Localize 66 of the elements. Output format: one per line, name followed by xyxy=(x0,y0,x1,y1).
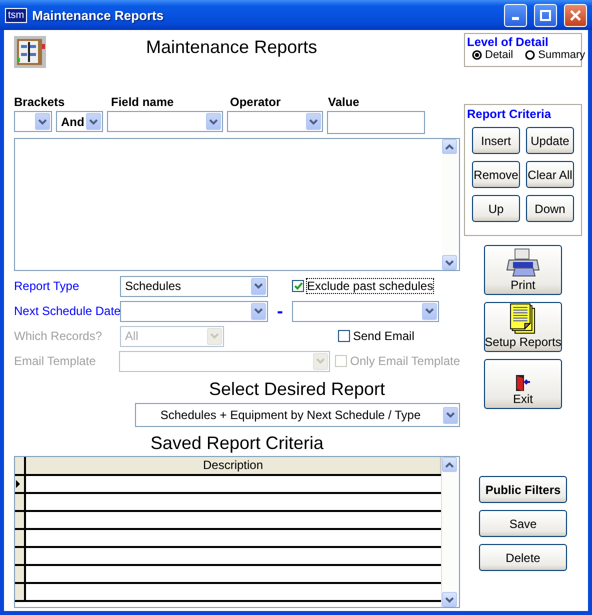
binder-icon xyxy=(14,36,46,68)
row-selector[interactable] xyxy=(15,476,26,492)
field-label: Next Schedule Date xyxy=(14,304,120,318)
field-label: Email Template xyxy=(14,354,97,368)
criteria-button[interactable]: Insert xyxy=(472,127,520,154)
checkbox-label: Exclude past schedules xyxy=(307,279,434,293)
column-label: Operator xyxy=(230,95,282,109)
filter-button[interactable]: Delete xyxy=(479,544,567,571)
app-badge: tsm xyxy=(5,8,28,22)
bracket-dropdown[interactable] xyxy=(14,111,52,132)
field-dropdown[interactable] xyxy=(119,350,330,372)
field-label: Which Records? xyxy=(14,329,104,343)
print-button[interactable]: Print xyxy=(484,245,562,295)
checkbox[interactable] xyxy=(292,280,304,292)
section-title: Saved Report Criteria xyxy=(149,433,325,454)
criteria-button[interactable]: Up xyxy=(472,195,520,222)
column-label: Brackets xyxy=(14,95,66,109)
report-dropdown[interactable]: Schedules + Equipment by Next Schedule / Type xyxy=(135,403,460,427)
conjunction-dropdown[interactable]: And xyxy=(56,111,103,132)
scroll-up-icon[interactable] xyxy=(442,139,457,154)
range-dash: - xyxy=(276,300,284,322)
date-from-dropdown[interactable] xyxy=(120,300,268,322)
row-selector[interactable] xyxy=(15,548,26,564)
filter-button[interactable]: Public Filters xyxy=(479,476,567,503)
radio-label: Summary xyxy=(538,49,586,61)
form-heading: Maintenance Reports xyxy=(146,37,318,58)
row-selector[interactable] xyxy=(15,494,26,510)
row-selector[interactable] xyxy=(15,566,26,582)
document-stack-icon xyxy=(508,303,538,335)
window-title: Maintenance Reports xyxy=(32,8,165,22)
door-exit-icon xyxy=(514,374,532,392)
checkbox-label: Send Email xyxy=(353,329,414,343)
criteria-button[interactable]: Down xyxy=(526,195,574,222)
panel-title: Level of Detail xyxy=(467,35,550,49)
field-name-dropdown[interactable] xyxy=(107,111,223,132)
field-dropdown[interactable]: Schedules xyxy=(120,276,268,296)
scroll-down-icon[interactable] xyxy=(442,592,457,607)
section-title: Select Desired Report xyxy=(208,379,386,400)
criteria-button[interactable]: Remove xyxy=(472,161,520,188)
row-selector[interactable] xyxy=(15,530,26,546)
scroll-up-icon[interactable] xyxy=(442,457,457,472)
scroll-down-icon[interactable] xyxy=(442,255,457,270)
date-to-dropdown[interactable] xyxy=(292,300,439,322)
checkbox-label: Only Email Template xyxy=(350,354,460,368)
value-field[interactable] xyxy=(327,111,425,134)
minimize-icon[interactable] xyxy=(504,4,527,26)
close-icon[interactable] xyxy=(564,4,587,26)
radio-button[interactable] xyxy=(525,50,536,60)
filter-button[interactable]: Save xyxy=(479,510,567,537)
criteria-list[interactable] xyxy=(14,138,460,271)
setup-button[interactable]: Setup Reports xyxy=(484,302,562,352)
criteria-button[interactable]: Clear All xyxy=(526,161,574,188)
printer-icon xyxy=(506,248,540,278)
operator-dropdown[interactable] xyxy=(227,111,323,132)
column-label: Value xyxy=(328,95,360,109)
field-label: Report Type xyxy=(14,279,80,293)
row-pointer-icon xyxy=(15,480,21,488)
row-selector[interactable] xyxy=(15,512,26,528)
radio-button[interactable] xyxy=(472,50,482,60)
row-selector[interactable] xyxy=(15,584,26,600)
maximize-icon[interactable] xyxy=(534,4,557,26)
exit-button[interactable]: Exit xyxy=(484,359,562,409)
criteria-button[interactable]: Update xyxy=(526,127,574,154)
column-label: Field name xyxy=(111,95,175,109)
radio-label: Detail xyxy=(485,49,514,61)
panel-title: Report Criteria xyxy=(467,107,552,121)
